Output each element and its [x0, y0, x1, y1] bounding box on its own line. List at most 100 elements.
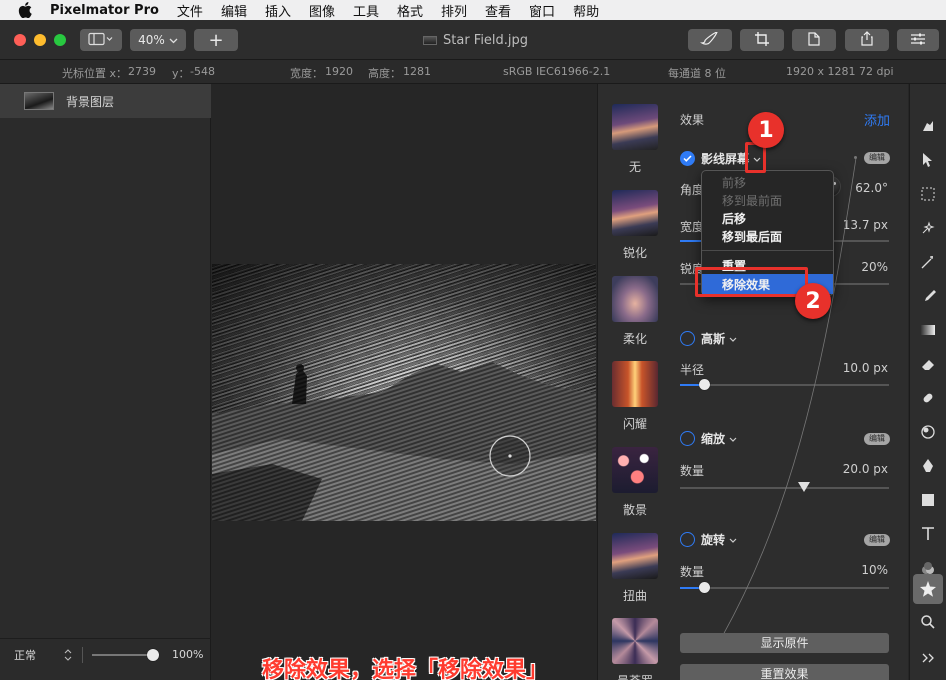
layer-thumbnail	[24, 92, 54, 110]
layers-panel: 背景图层 正常 100%	[0, 84, 211, 680]
sidebar-toggle-button[interactable]	[80, 29, 122, 51]
preset-sharpen[interactable]: 锐化	[612, 190, 658, 261]
zoom-select[interactable]: 40%	[130, 29, 186, 51]
edit-effect-button[interactable]: 编辑	[864, 534, 890, 546]
width-value: 1920	[325, 65, 353, 78]
effect-zoom-header[interactable]: 缩放	[680, 430, 737, 447]
effect-enabled-checkbox[interactable]	[680, 151, 695, 166]
layers-footer: 正常 100%	[0, 638, 211, 670]
layer-row[interactable]: 背景图层	[0, 84, 211, 118]
canvas-area[interactable]	[212, 84, 596, 680]
type-tool-icon[interactable]	[918, 524, 938, 544]
width-label: 宽度：	[290, 67, 323, 80]
format-document-button[interactable]	[792, 29, 836, 51]
sidebar-icon	[88, 32, 114, 49]
retouch-tool-icon[interactable]	[918, 388, 938, 408]
crop-button[interactable]	[740, 29, 784, 51]
quick-selection-tool-icon[interactable]	[918, 218, 938, 238]
menu-item-send-backward[interactable]: 后移	[722, 210, 746, 227]
reset-effects-button[interactable]: 重置效果	[680, 664, 889, 680]
tools-sidebar	[909, 84, 946, 680]
eraser-tool-icon[interactable]	[918, 354, 938, 374]
arrange-tool-icon[interactable]	[918, 150, 938, 170]
cursor-x-value: 2739	[128, 65, 156, 78]
menu-arrange[interactable]: 排列	[441, 1, 467, 20]
image-canvas[interactable]	[212, 264, 596, 521]
effect-enabled-checkbox[interactable]	[680, 532, 695, 547]
effect-enabled-checkbox[interactable]	[680, 431, 695, 446]
zoom-tool-icon[interactable]	[918, 612, 938, 632]
add-effect-link[interactable]: 添加	[864, 110, 890, 129]
menu-window[interactable]: 窗口	[529, 1, 555, 20]
zoom-amount-slider-track[interactable]	[680, 487, 889, 489]
menu-file[interactable]: 文件	[177, 1, 203, 20]
menu-tools[interactable]: 工具	[353, 1, 379, 20]
effects-tool-icon[interactable]	[913, 574, 943, 604]
distort-tool-icon[interactable]	[918, 422, 938, 442]
preset-none[interactable]: 无	[612, 104, 658, 175]
selection-tool-icon[interactable]	[918, 184, 938, 204]
menu-edit[interactable]: 编辑	[221, 1, 247, 20]
chevron-down-icon[interactable]	[729, 533, 737, 547]
radius-slider-track[interactable]	[680, 384, 889, 386]
menu-view[interactable]: 查看	[485, 1, 511, 20]
opacity-slider-thumb[interactable]	[147, 649, 159, 661]
opacity-slider-track[interactable]	[92, 654, 154, 656]
annotation-step-2: 2	[795, 283, 831, 319]
magic-wand-tool-icon[interactable]	[918, 252, 938, 272]
preset-thumbnail	[612, 190, 658, 236]
menu-insert[interactable]: 插入	[265, 1, 291, 20]
radius-slider-thumb[interactable]	[699, 379, 710, 390]
gradient-tool-icon[interactable]	[918, 320, 938, 340]
minimize-window-button[interactable]	[34, 34, 46, 46]
share-button[interactable]	[845, 29, 889, 51]
chevron-down-icon[interactable]	[729, 432, 737, 446]
menu-format[interactable]: 格式	[397, 1, 423, 20]
effect-name: 旋转	[701, 533, 726, 547]
paint-brush-tool-icon[interactable]	[918, 286, 938, 306]
effect-spin-header[interactable]: 旋转	[680, 531, 737, 548]
menu-item-bring-to-front[interactable]: 移到最前面	[722, 192, 782, 209]
close-window-button[interactable]	[14, 34, 26, 46]
apple-icon[interactable]	[18, 1, 36, 19]
preset-distort[interactable]: 扭曲	[612, 533, 658, 604]
double-chevron-right-icon[interactable]	[918, 648, 938, 668]
preset-mandala[interactable]: 曼荼罗	[612, 618, 658, 680]
preset-glow[interactable]: 闪耀	[612, 361, 658, 432]
preset-thumbnail	[612, 361, 658, 407]
document-thumbnail-icon	[423, 36, 437, 45]
zoom-amount-slider-thumb[interactable]	[798, 482, 810, 492]
preset-bokeh[interactable]: 散景	[612, 447, 658, 518]
preset-soften[interactable]: 柔化	[612, 276, 658, 347]
spin-amount-label: 数量	[680, 565, 705, 579]
effect-dot	[854, 156, 857, 159]
adjustments-button[interactable]	[897, 29, 939, 51]
effect-enabled-checkbox[interactable]	[680, 331, 695, 346]
blend-mode-select[interactable]: 正常	[14, 647, 36, 663]
effect-gaussian-header[interactable]: 高斯	[680, 330, 737, 347]
annotation-step-1: 1	[748, 112, 784, 148]
pen-tool-icon[interactable]	[918, 456, 938, 476]
edit-effect-button[interactable]: 编辑	[864, 152, 890, 164]
cursor-x-label: 光标位置 x：	[62, 67, 128, 80]
document-title: Star Field.jpg	[423, 33, 528, 48]
add-button[interactable]: +	[194, 29, 238, 51]
style-tool-icon[interactable]	[918, 116, 938, 136]
paint-mode-button[interactable]	[688, 29, 732, 51]
menu-help[interactable]: 帮助	[573, 1, 599, 20]
show-original-button[interactable]: 显示原件	[680, 633, 889, 653]
angle-value: 62.0°	[855, 181, 888, 195]
menu-item-send-to-back[interactable]: 移到最后面	[722, 228, 782, 245]
photo-scene	[212, 264, 596, 521]
document-icon	[808, 31, 820, 49]
shape-tool-icon[interactable]	[918, 490, 938, 510]
edit-effect-button[interactable]: 编辑	[864, 433, 890, 445]
menu-item-bring-forward[interactable]: 前移	[722, 174, 746, 191]
menu-image[interactable]: 图像	[309, 1, 335, 20]
app-menu[interactable]: Pixelmator Pro	[50, 3, 159, 18]
spin-amount-slider-track[interactable]	[680, 587, 889, 589]
zoom-window-button[interactable]	[54, 34, 66, 46]
spin-amount-value: 10%	[861, 563, 888, 577]
spin-amount-slider-thumb[interactable]	[699, 582, 710, 593]
chevron-down-icon[interactable]	[729, 332, 737, 346]
